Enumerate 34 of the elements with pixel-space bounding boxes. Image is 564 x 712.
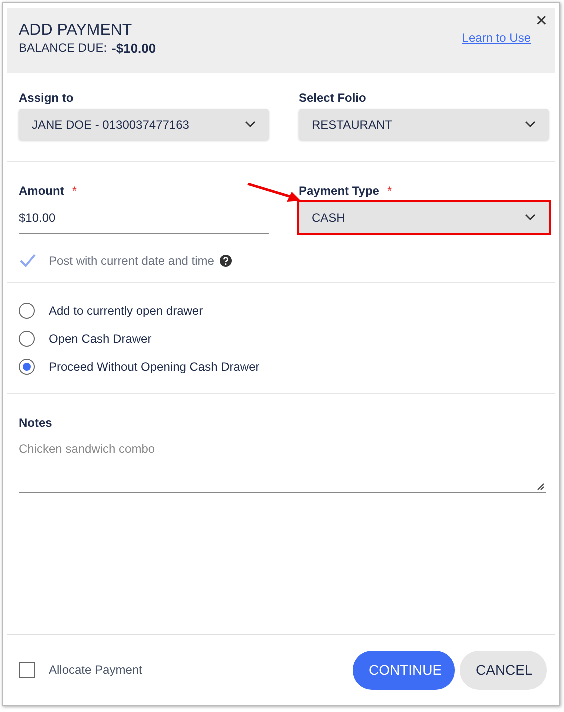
balance-value: -$10.00 <box>112 41 156 56</box>
field-label: Assign to <box>19 91 74 105</box>
field-label: Notes <box>19 416 52 430</box>
caret-icon <box>245 121 256 128</box>
radio-button[interactable] <box>19 331 35 347</box>
resize-grip-icon <box>537 483 544 490</box>
field-label: Amount <box>19 184 64 198</box>
close-button[interactable]: ✕ <box>533 10 550 32</box>
cancel-button[interactable]: CANCEL <box>460 650 547 690</box>
radio-label: Proceed Without Opening Cash Drawer <box>49 360 260 374</box>
caret-icon <box>525 121 536 128</box>
checkmark[interactable] <box>19 253 37 269</box>
checkbox-label: Allocate Payment <box>49 663 142 677</box>
notes-field[interactable]: Chicken sandwich combo <box>19 442 546 493</box>
help-icon <box>220 255 232 267</box>
balance-label: BALANCE DUE: <box>19 41 108 56</box>
radio-button[interactable] <box>19 303 35 319</box>
dropdown[interactable]: CASH <box>299 202 549 233</box>
field-label: Payment Type <box>299 184 380 198</box>
caret-icon <box>525 214 536 221</box>
dropdown[interactable]: JANE DOE - 0130037477163 <box>19 109 269 140</box>
radio-label: Open Cash Drawer <box>49 332 152 346</box>
checkbox[interactable] <box>19 662 35 678</box>
radio-label: Add to currently open drawer <box>49 304 204 318</box>
dialog-title: ADD PAYMENT <box>19 22 134 40</box>
required-mark: * <box>387 184 392 198</box>
field-label: Select Folio <box>299 91 366 105</box>
help-link[interactable]: Learn to Use <box>462 31 531 45</box>
amount-field[interactable]: $10.00 <box>19 202 269 234</box>
checkbox-label: Post with current date and time <box>49 254 214 268</box>
continue-button[interactable]: CONTINUE <box>353 650 455 690</box>
dropdown[interactable]: RESTAURANT <box>299 109 549 140</box>
required-mark: * <box>72 184 77 198</box>
radio-button[interactable] <box>19 359 35 375</box>
